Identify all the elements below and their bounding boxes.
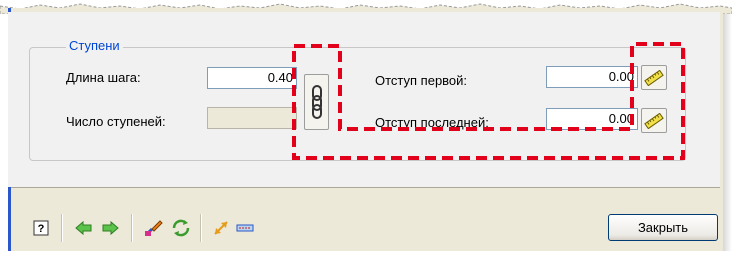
refresh-icon [172,219,190,237]
arrow-left-icon [75,220,92,236]
dimension-icon [236,224,254,232]
back-button[interactable] [73,217,95,239]
refresh-button[interactable] [170,217,192,239]
dimension-button[interactable] [234,217,256,239]
svg-text:?: ? [38,223,45,235]
arrow-right-icon [102,220,119,236]
toolbar-separator [200,214,202,242]
toolbar-separator [131,214,133,242]
paint-brush-icon [144,220,163,237]
paint-button[interactable] [143,217,165,239]
help-icon: ? [33,220,49,236]
forward-button[interactable] [99,217,121,239]
resize-button[interactable] [210,217,232,239]
close-button[interactable]: Закрыть [608,214,718,241]
help-button[interactable]: ? [30,217,52,239]
toolbar-separator [61,214,63,242]
resize-arrow-icon [214,221,228,235]
separator-line [11,187,720,188]
close-button-label: Закрыть [637,220,689,235]
